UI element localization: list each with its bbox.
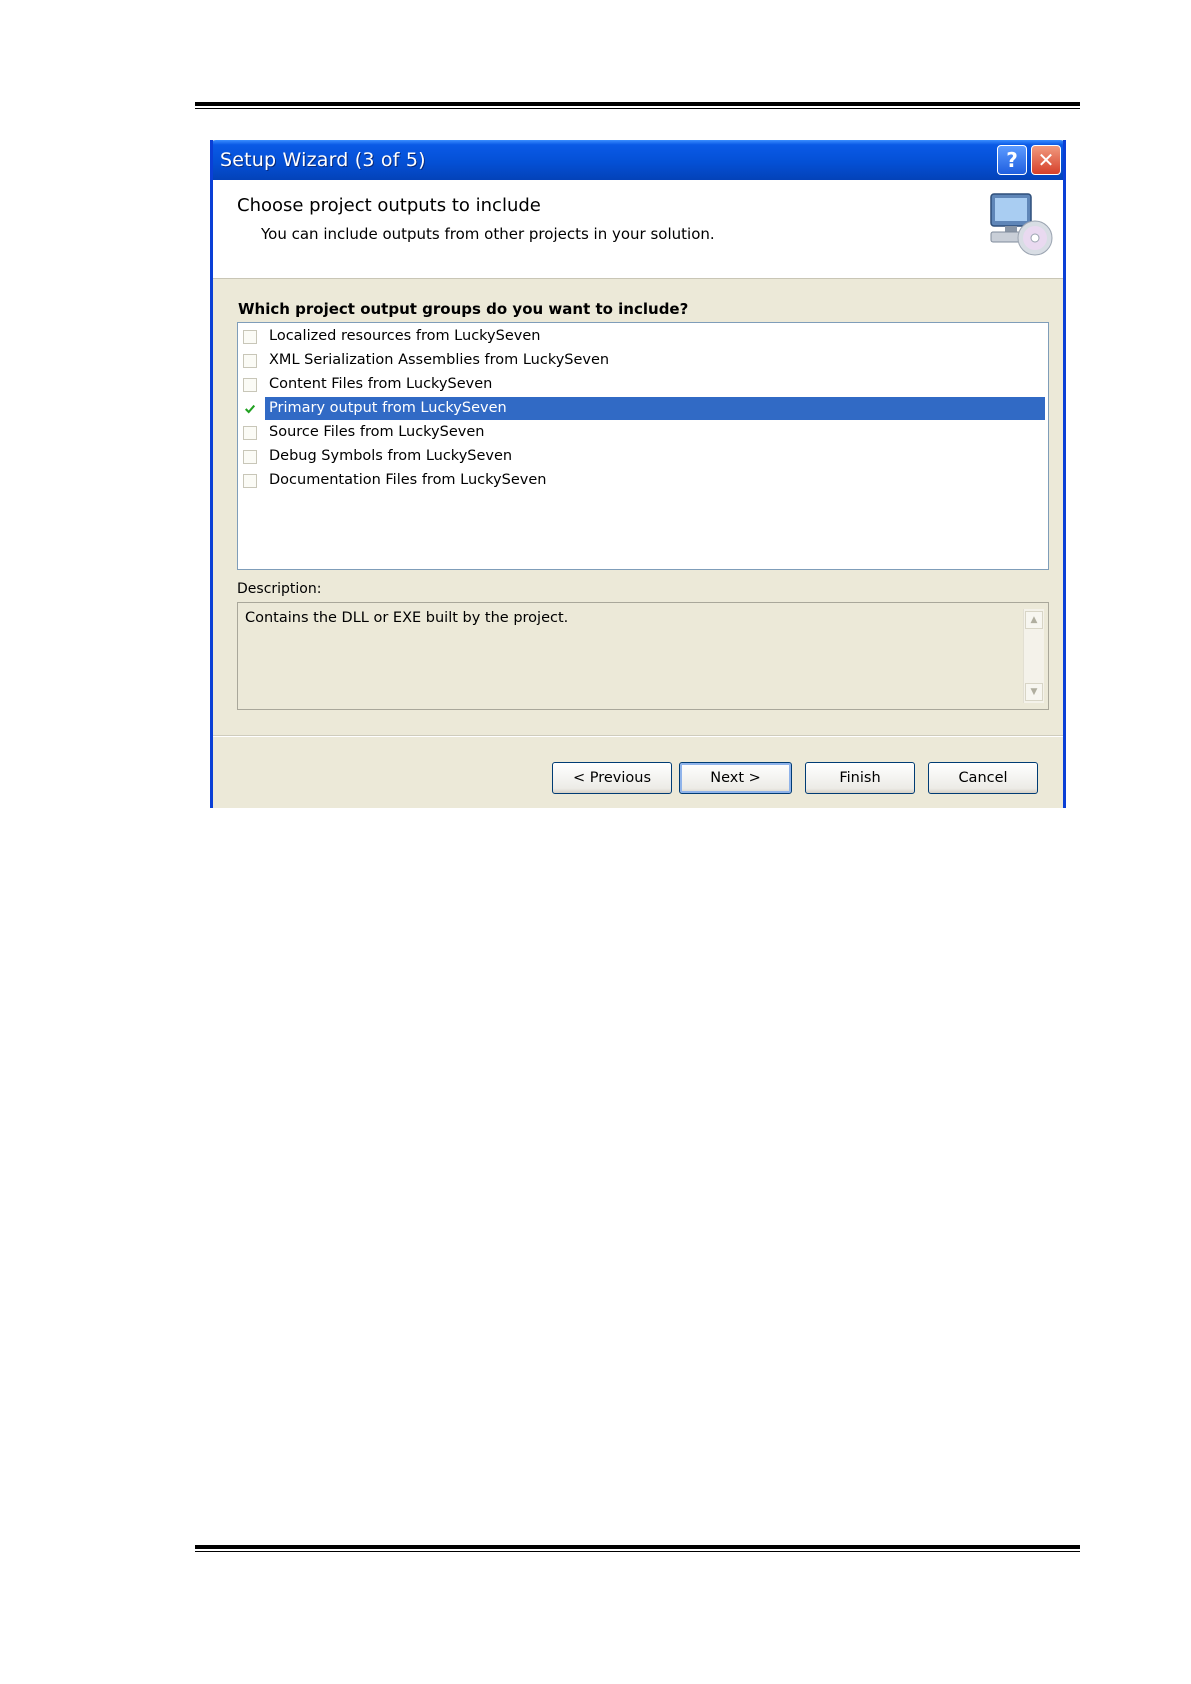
list-item[interactable]: XML Serialization Assemblies from LuckyS…	[241, 349, 1045, 372]
checkbox[interactable]	[243, 329, 257, 344]
list-item[interactable]: Source Files from LuckySeven	[241, 421, 1045, 444]
list-item[interactable]: Localized resources from LuckySeven	[241, 325, 1045, 348]
page-subtitle: You can include outputs from other proje…	[261, 225, 715, 243]
setup-wizard-dialog: Setup Wizard (3 of 5) ? ✕ Choose project…	[210, 140, 1066, 808]
list-item[interactable]: Documentation Files from LuckySeven	[241, 469, 1045, 492]
list-item-label: Content Files from LuckySeven	[269, 376, 493, 392]
checkbox[interactable]	[243, 353, 257, 368]
computer-with-cd-icon	[990, 193, 1053, 256]
title-bar[interactable]: Setup Wizard (3 of 5) ? ✕	[213, 140, 1063, 180]
description-label: Description:	[237, 581, 322, 597]
checkbox[interactable]	[243, 425, 257, 440]
output-groups-listbox[interactable]: Localized resources from LuckySeven XML …	[237, 322, 1049, 570]
description-box: Contains the DLL or EXE built by the pro…	[237, 602, 1049, 710]
help-icon: ?	[1006, 148, 1018, 172]
list-item-label: Localized resources from LuckySeven	[269, 328, 541, 344]
checkmark-icon	[244, 404, 256, 414]
page-header-rule	[195, 102, 1080, 109]
description-text: Contains the DLL or EXE built by the pro…	[245, 610, 569, 626]
checkbox-checked[interactable]	[243, 402, 257, 416]
finish-button[interactable]: Finish	[805, 762, 915, 794]
dialog-title: Setup Wizard (3 of 5)	[220, 149, 426, 171]
page-footer-rule	[195, 1545, 1080, 1552]
previous-button[interactable]: < Previous	[552, 762, 672, 794]
list-item-selected[interactable]: Primary output from LuckySeven	[241, 397, 1045, 420]
help-button[interactable]: ?	[997, 145, 1027, 175]
checkbox[interactable]	[243, 449, 257, 464]
cancel-button[interactable]: Cancel	[928, 762, 1038, 794]
checkbox[interactable]	[243, 377, 257, 392]
list-item-label: Debug Symbols from LuckySeven	[269, 448, 513, 464]
button-separator	[213, 735, 1063, 737]
scroll-down-arrow-icon[interactable]: ▼	[1025, 683, 1043, 701]
wizard-header: Choose project outputs to include You ca…	[213, 180, 1063, 279]
description-scrollbar[interactable]: ▲ ▼	[1023, 609, 1044, 703]
scroll-up-arrow-icon[interactable]: ▲	[1025, 611, 1043, 629]
list-item[interactable]: Content Files from LuckySeven	[241, 373, 1045, 396]
list-item-label: Documentation Files from LuckySeven	[269, 472, 547, 488]
list-item-label: XML Serialization Assemblies from LuckyS…	[269, 352, 610, 368]
list-item-label: Source Files from LuckySeven	[269, 424, 485, 440]
close-button[interactable]: ✕	[1031, 145, 1061, 175]
checkbox[interactable]	[243, 473, 257, 488]
page-title: Choose project outputs to include	[237, 195, 541, 216]
list-item[interactable]: Debug Symbols from LuckySeven	[241, 445, 1045, 468]
next-button[interactable]: Next >	[679, 762, 792, 794]
list-item-label: Primary output from LuckySeven	[265, 397, 1045, 420]
output-groups-question: Which project output groups do you want …	[238, 300, 689, 318]
close-icon: ✕	[1037, 148, 1055, 172]
